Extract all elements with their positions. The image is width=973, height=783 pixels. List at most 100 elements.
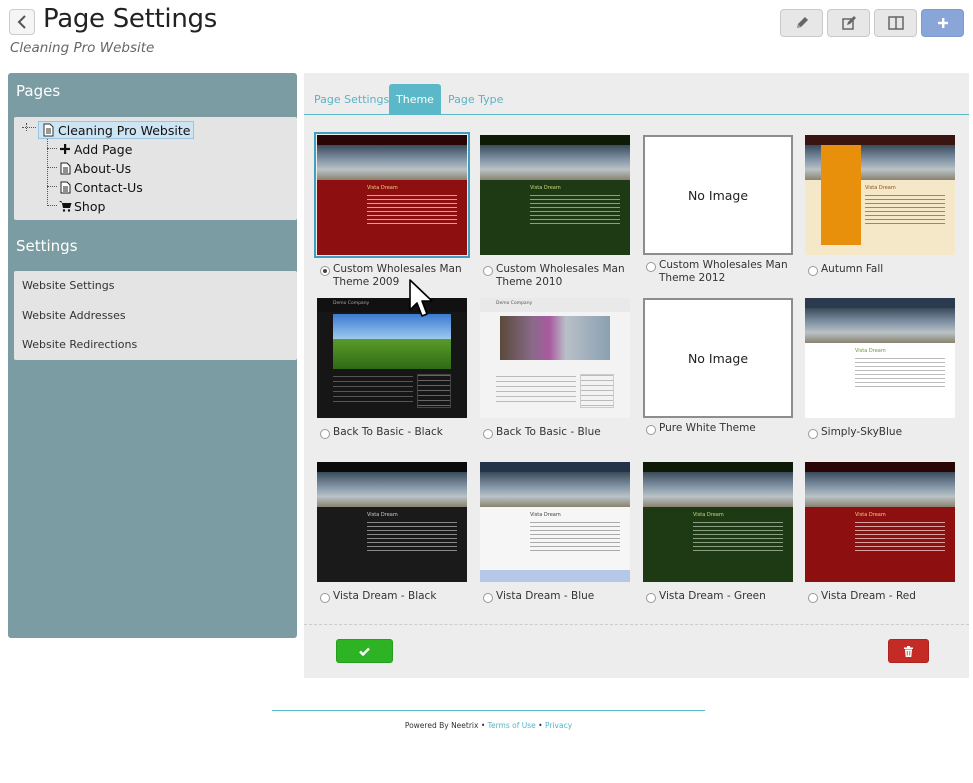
document-icon [60,162,71,174]
save-button[interactable] [336,639,393,663]
mouse-cursor-icon [409,279,433,317]
tree-item-about-us[interactable]: About-Us [57,159,131,177]
tree-root-item[interactable]: Cleaning Pro Website [38,121,195,139]
preview-sidebar-box [417,374,451,408]
theme-thumbnail[interactable]: Vista Dream [805,135,955,255]
sidebar: Pages Cleaning Pro Website Add Page Abou… [8,73,297,638]
pages-heading: Pages [16,82,61,100]
theme-option[interactable]: Custom Wholesales Man Theme 2012 [646,259,794,284]
settings-list: Website Settings Website Addresses Websi… [14,271,297,360]
tab-page-type[interactable]: Page Type [441,84,510,115]
theme-label: Custom Wholesales Man Theme 2012 [659,259,788,284]
tree-connector [22,127,36,128]
theme-radio[interactable] [320,429,330,439]
trash-icon [904,645,913,657]
edit-button[interactable] [827,9,870,37]
theme-radio[interactable] [483,266,493,276]
tree-item-label: About-Us [74,160,132,176]
theme-option[interactable]: Autumn Fall [808,263,956,276]
check-icon [359,647,370,656]
tree-connector [47,186,57,187]
footer-terms-link[interactable]: Terms of Use [488,721,536,730]
theme-thumbnail[interactable]: Vista Dream [314,132,470,258]
theme-label: Custom Wholesales Man Theme 2009 [333,263,462,288]
tree-connector [47,139,48,206]
theme-radio[interactable] [808,266,818,276]
preview-title: Vista Dream [865,185,896,191]
theme-panel: Page Settings Theme Page Type Vista Drea… [304,73,969,678]
pencil-button[interactable] [780,9,823,37]
edit-icon [841,16,856,30]
page-title: Page Settings [43,4,217,34]
page-tree: Cleaning Pro Website Add Page About-Us C… [14,117,297,220]
settings-item-website-addresses[interactable]: Website Addresses [22,309,126,322]
tree-connector [47,167,57,168]
tab-theme[interactable]: Theme [389,84,441,115]
preview-footer [480,570,630,582]
theme-radio[interactable] [483,429,493,439]
footer-sep: • [538,721,543,730]
chevron-left-icon [17,15,26,29]
back-button[interactable] [9,9,35,35]
tab-page-settings[interactable]: Page Settings [307,84,396,115]
tabs-underline [304,114,969,115]
preview-banner [805,308,955,343]
theme-thumbnail[interactable]: Vista Dream [643,462,793,582]
theme-thumbnail[interactable]: Vista Dream [805,462,955,582]
theme-thumbnail[interactable]: Vista Dream [480,135,630,255]
no-image-label: No Image [687,187,749,203]
theme-radio[interactable] [808,593,818,603]
theme-label: Pure White Theme [659,422,756,434]
theme-radio[interactable] [646,425,656,435]
document-icon [43,123,54,137]
theme-option[interactable]: Vista Dream - Black [320,590,468,603]
settings-item-website-redirections[interactable]: Website Redirections [22,338,137,351]
footer-privacy-link[interactable]: Privacy [545,721,572,730]
theme-thumbnail[interactable]: Demo Company [317,298,467,418]
settings-item-website-settings[interactable]: Website Settings [22,279,114,292]
preview-title: Vista Dream [367,512,398,518]
theme-option[interactable]: Custom Wholesales Man Theme 2010 [483,263,631,288]
theme-radio[interactable] [320,593,330,603]
tree-item-contact-us[interactable]: Contact-Us [57,178,143,196]
columns-button[interactable] [874,9,917,37]
preview-banner [805,472,955,507]
theme-thumbnail[interactable]: Vista Dream [317,462,467,582]
preview-banner [480,472,630,507]
theme-thumbnail[interactable]: Vista Dream [480,462,630,582]
delete-button[interactable] [888,639,929,663]
theme-label: Vista Dream - Black [333,590,437,602]
theme-radio[interactable] [646,262,656,272]
tree-connector [47,205,57,206]
theme-radio[interactable] [808,429,818,439]
theme-label: Simply-SkyBlue [821,426,903,438]
theme-thumbnail[interactable]: No Image [643,135,793,255]
theme-option[interactable]: Simply-SkyBlue [808,426,956,439]
page-subtitle: Cleaning Pro Website [10,40,155,56]
footer-powered: Powered By Neetrix [404,721,479,730]
preview-header [805,298,955,308]
separator [304,624,969,625]
cart-icon [58,201,71,212]
preview-header [643,462,793,472]
theme-option[interactable]: Back To Basic - Black [320,426,468,439]
tree-item-label: Shop [74,198,106,214]
theme-option[interactable]: Back To Basic - Blue [483,426,631,439]
theme-option[interactable]: Pure White Theme [646,422,794,435]
theme-thumbnail[interactable]: Vista Dream [805,298,955,418]
tree-item-shop[interactable]: Shop [57,197,105,215]
theme-radio[interactable] [320,266,330,276]
tree-item-add-page[interactable]: Add Page [57,140,132,158]
preview-text-lines [367,522,457,552]
theme-option[interactable]: Vista Dream - Green [646,590,794,603]
theme-radio[interactable] [483,593,493,603]
theme-option[interactable]: Vista Dream - Red [808,590,956,603]
theme-option[interactable]: Custom Wholesales Man Theme 2009 [320,263,468,288]
theme-label: Vista Dream - Red [821,590,916,602]
theme-radio[interactable] [646,593,656,603]
add-button[interactable] [921,9,964,37]
theme-thumbnail[interactable]: Demo Company [480,298,630,418]
theme-option[interactable]: Vista Dream - Blue [483,590,631,603]
plus-icon [60,144,70,154]
theme-thumbnail[interactable]: No Image [643,298,793,418]
